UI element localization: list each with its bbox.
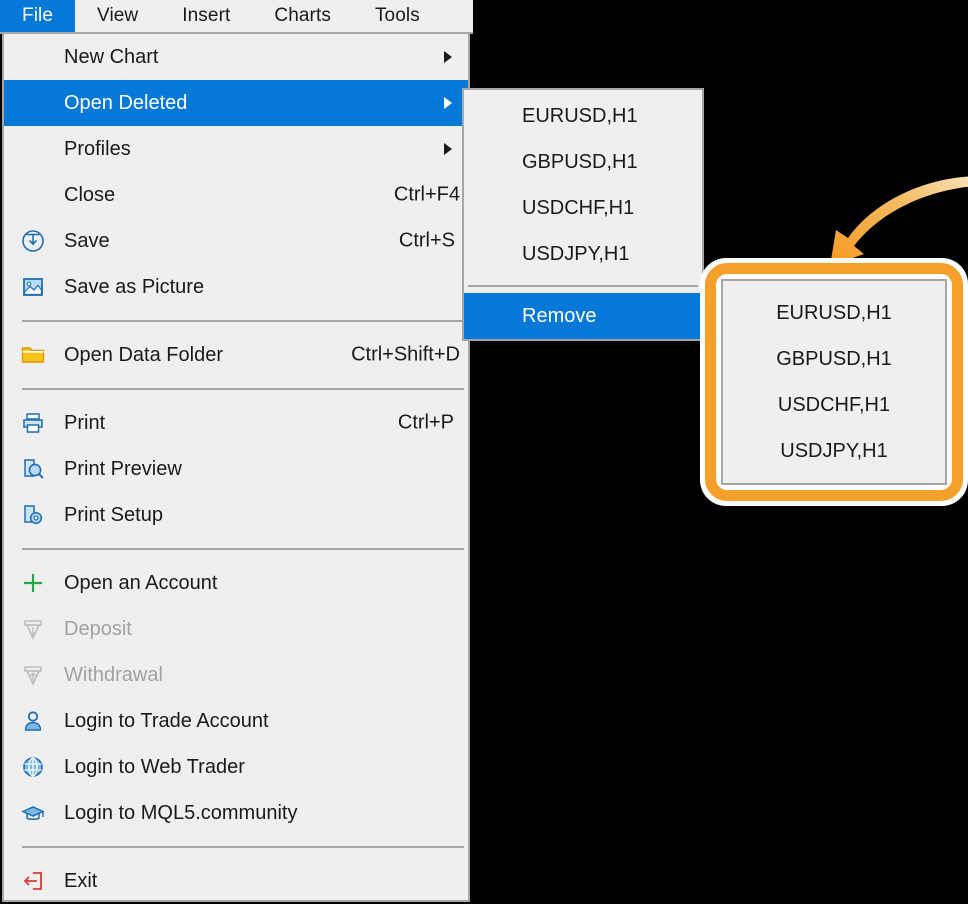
menu-item-label: Deposit	[64, 617, 132, 640]
menu-item-label: New Chart	[64, 45, 159, 68]
menu-item-print-preview[interactable]: Print Preview	[4, 446, 468, 492]
save-icon	[18, 226, 48, 256]
callout-item-gbpusd[interactable]: GBPUSD,H1	[723, 336, 945, 382]
callout-item-usdchf[interactable]: USDCHF,H1	[723, 382, 945, 428]
menubar-item-insert[interactable]: Insert	[160, 0, 252, 32]
menubar-item-label: View	[97, 5, 139, 26]
menu-item-open-data-folder[interactable]: Open Data Folder Ctrl+Shift+D	[4, 332, 468, 378]
menu-item-print[interactable]: Print Ctrl+P	[4, 400, 468, 446]
menu-item-label: Open Data Folder	[64, 343, 223, 366]
menu-item-new-chart[interactable]: New Chart	[4, 34, 468, 80]
menu-item-login-web-trader[interactable]: Login to Web Trader	[4, 744, 468, 790]
callout-orange-border: EURUSD,H1 GBPUSD,H1 USDCHF,H1 USDJPY,H1	[705, 263, 963, 501]
submenu-item-remove[interactable]: Remove	[464, 293, 702, 339]
menubar-item-file[interactable]: File	[0, 0, 76, 32]
callout-item-usdjpy[interactable]: USDJPY,H1	[723, 428, 945, 474]
menubar-item-label: File	[22, 5, 54, 26]
open-deleted-submenu: EURUSD,H1 GBPUSD,H1 USDCHF,H1 USDJPY,H1 …	[462, 88, 704, 341]
menu-item-print-setup[interactable]: Print Setup	[4, 492, 468, 538]
chevron-right-icon	[444, 97, 452, 109]
menu-separator	[22, 846, 464, 848]
chevron-right-icon	[444, 143, 452, 155]
menu-item-open-deleted[interactable]: Open Deleted	[4, 80, 468, 126]
file-dropdown-menu: New Chart Open Deleted Profiles Close Ct…	[2, 34, 470, 902]
plus-icon	[18, 568, 48, 598]
menu-item-label: Save	[64, 229, 110, 252]
exit-icon	[18, 866, 48, 896]
menubar-item-charts[interactable]: Charts	[252, 0, 353, 32]
chevron-right-icon	[444, 51, 452, 63]
submenu-item-label: Remove	[522, 304, 597, 327]
person-icon	[18, 706, 48, 736]
menu-item-save[interactable]: Save Ctrl+S	[4, 218, 468, 264]
menu-item-accelerator: Ctrl+S	[398, 229, 455, 252]
submenu-item-label: GBPUSD,H1	[522, 150, 638, 173]
menu-item-label: Profiles	[64, 137, 131, 160]
menu-item-label: Login to Web Trader	[64, 755, 245, 778]
menu-item-label: Save as Picture	[64, 275, 205, 298]
menu-item-profiles[interactable]: Profiles	[4, 126, 468, 172]
menu-item-close[interactable]: Close Ctrl+F4	[4, 172, 468, 218]
menu-item-accelerator: Ctrl+P	[397, 411, 454, 434]
callout-item-label: USDJPY,H1	[780, 439, 888, 462]
folder-icon	[18, 340, 48, 370]
menu-item-withdrawal[interactable]: Withdrawal	[4, 652, 468, 698]
menu-item-label: Login to Trade Account	[64, 709, 269, 732]
setup-icon	[18, 500, 48, 530]
menu-item-exit[interactable]: Exit	[4, 858, 468, 904]
callout-item-eurusd[interactable]: EURUSD,H1	[723, 290, 945, 336]
submenu-separator	[468, 285, 698, 287]
submenu-item-label: USDCHF,H1	[522, 196, 635, 219]
menu-item-label: Exit	[64, 869, 98, 892]
menu-item-login-trade-account[interactable]: Login to Trade Account	[4, 698, 468, 744]
picture-icon	[18, 272, 48, 302]
callout-highlight-box: EURUSD,H1 GBPUSD,H1 USDCHF,H1 USDJPY,H1	[700, 258, 968, 506]
callout-item-label: GBPUSD,H1	[776, 347, 892, 370]
menubar-item-label: Charts	[274, 5, 331, 26]
printer-icon	[18, 408, 48, 438]
globe-icon	[18, 752, 48, 782]
menu-item-accelerator: Ctrl+Shift+D	[351, 343, 460, 366]
submenu-item-label: EURUSD,H1	[522, 104, 638, 127]
menu-bar: File View Insert Charts Tools	[0, 0, 473, 34]
menu-item-label: Print Preview	[64, 457, 182, 480]
callout-content-panel: EURUSD,H1 GBPUSD,H1 USDCHF,H1 USDJPY,H1	[721, 279, 947, 485]
menu-item-label: Print	[64, 411, 106, 434]
menu-item-label: Print Setup	[64, 503, 163, 526]
menubar-item-label: Tools	[374, 5, 420, 26]
menu-item-label: Close	[64, 183, 116, 206]
submenu-item-gbpusd[interactable]: GBPUSD,H1	[464, 139, 702, 185]
menu-separator	[22, 320, 464, 322]
submenu-item-usdchf[interactable]: USDCHF,H1	[464, 185, 702, 231]
menu-separator	[22, 548, 464, 550]
menubar-item-tools[interactable]: Tools	[353, 0, 442, 32]
menu-item-label: Open Deleted	[64, 91, 188, 114]
submenu-item-usdjpy[interactable]: USDJPY,H1	[464, 231, 702, 277]
menu-item-save-as-picture[interactable]: Save as Picture	[4, 264, 468, 310]
menu-separator	[22, 388, 464, 390]
menu-item-open-an-account[interactable]: Open an Account	[4, 560, 468, 606]
menu-item-deposit[interactable]: Deposit	[4, 606, 468, 652]
menu-item-login-mql5-community[interactable]: Login to MQL5.community	[4, 790, 468, 836]
callout-item-label: EURUSD,H1	[776, 301, 892, 324]
preview-icon	[18, 454, 48, 484]
menu-item-accelerator: Ctrl+F4	[393, 183, 460, 206]
graduation-icon	[18, 798, 48, 828]
menu-item-label: Withdrawal	[64, 663, 163, 686]
menu-item-label: Open an Account	[64, 571, 218, 594]
menubar-item-view[interactable]: View	[75, 0, 160, 32]
withdrawal-icon	[18, 660, 48, 690]
menubar-item-label: Insert	[182, 5, 231, 26]
submenu-item-label: USDJPY,H1	[522, 242, 630, 265]
callout-item-label: USDCHF,H1	[777, 393, 891, 416]
deposit-icon	[18, 614, 48, 644]
submenu-item-eurusd[interactable]: EURUSD,H1	[464, 93, 702, 139]
menu-item-label: Login to MQL5.community	[64, 801, 298, 824]
